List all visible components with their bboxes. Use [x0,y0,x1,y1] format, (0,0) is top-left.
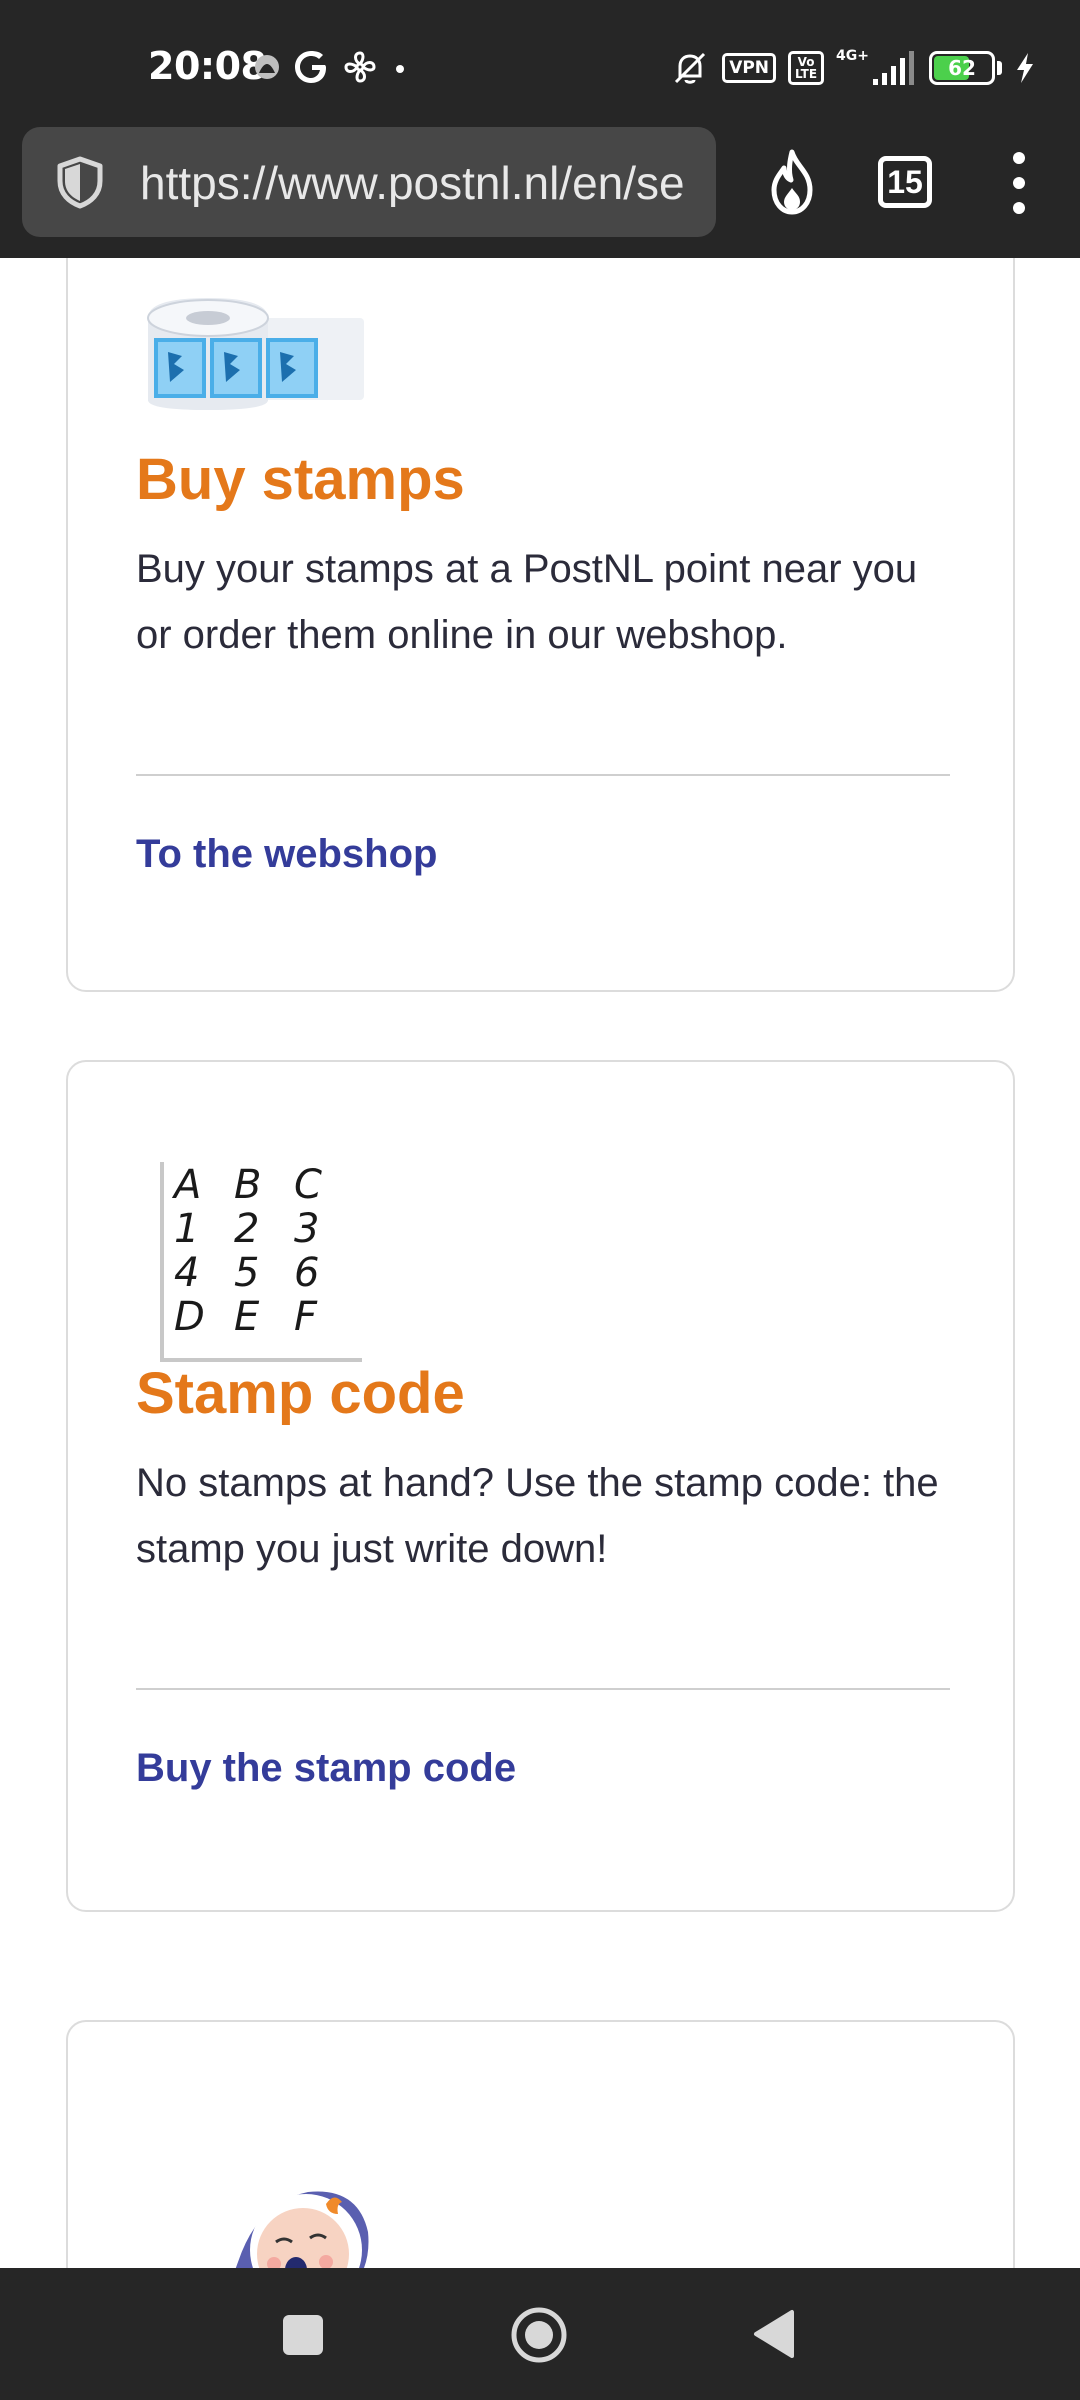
info-card [66,2020,1015,2268]
stamp-code-illustration: A B C 1 2 3 4 5 6 D E F [160,1162,368,1362]
card-divider [136,774,950,776]
code-char: D [174,1294,205,1340]
stamp-code-card: A B C 1 2 3 4 5 6 D E F Stamp code No st… [66,1060,1015,1912]
home-icon[interactable] [510,2306,568,2364]
recents-icon[interactable] [283,2315,323,2355]
signal-icon [873,51,914,85]
card-divider [136,1688,950,1690]
code-char: 2 [234,1206,260,1252]
code-char: A [174,1162,202,1208]
code-char: 5 [234,1250,260,1296]
url-text[interactable]: https://www.postnl.nl/en/se [140,159,702,207]
menu-dot [1013,152,1025,164]
buy-stamps-card: Buy stamps Buy your stamps at a PostNL p… [66,258,1015,992]
code-char: 6 [294,1250,320,1296]
page-content[interactable]: Buy stamps Buy your stamps at a PostNL p… [0,258,1080,2268]
more-menu-icon[interactable] [1004,152,1034,214]
url-bar[interactable]: https://www.postnl.nl/en/se [22,127,716,237]
system-nav-bar [0,2268,1080,2400]
dot-icon [396,65,404,73]
network-type: 4G+ [836,48,869,64]
code-char: 4 [174,1250,200,1296]
webshop-link[interactable]: To the webshop [136,832,437,877]
tabs-button[interactable]: 15 [878,156,932,208]
code-char: F [294,1294,318,1340]
baby-illustration [235,2191,369,2268]
shield-icon[interactable] [52,154,108,210]
data-saver-icon [255,55,279,79]
menu-dot [1013,177,1025,189]
code-char: 3 [294,1206,320,1252]
status-right-icons: VPN Vo LTE 4G+ 62 [670,44,1036,92]
status-time: 20:08 [148,44,267,88]
vpn-badge: VPN [722,53,777,83]
muted-bell-icon [675,52,706,84]
card-description: Buy your stamps at a PostNL point near y… [136,547,918,657]
status-left-icons [252,46,408,88]
charging-icon [1017,53,1033,83]
card-title: Buy stamps [136,447,465,512]
code-char: B [234,1162,262,1208]
stamp-roll-illustration [147,298,364,410]
status-bar: 20:08 VPN Vo LTE 4G+ 62 [0,0,1080,128]
buy-stamp-code-link[interactable]: Buy the stamp code [136,1746,516,1791]
code-char: E [234,1294,260,1340]
battery-icon: 62 [929,51,995,85]
card-description: No stamps at hand? Use the stamp code: t… [136,1461,939,1571]
fan-icon [344,51,376,83]
battery-cap [997,61,1002,75]
back-icon[interactable] [752,2308,796,2360]
google-icon [295,51,326,83]
code-axis [160,1162,164,1362]
code-char: C [294,1162,322,1208]
code-char: 1 [174,1206,200,1252]
fire-icon[interactable] [762,148,822,216]
menu-dot [1013,202,1025,214]
volte-bottom: LTE [795,67,818,81]
card-title: Stamp code [136,1361,465,1426]
battery-level: 62 [948,56,976,80]
code-grid: A B C 1 2 3 4 5 6 D E F [174,1162,354,1340]
volte-badge: Vo LTE [788,51,825,85]
